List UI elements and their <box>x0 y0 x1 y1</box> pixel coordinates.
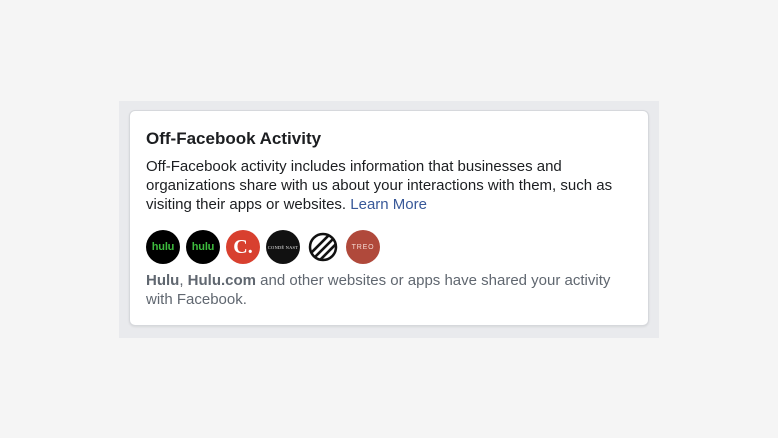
treo-icon-text: TREO <box>351 243 375 251</box>
hulu-icon[interactable]: hulu <box>146 230 180 264</box>
hulu-com-icon[interactable]: hulu <box>186 230 220 264</box>
card-description: Off-Facebook activity includes informati… <box>146 157 632 214</box>
c-logo-icon-text: C. <box>233 235 253 258</box>
site-separator: , <box>179 272 188 289</box>
app-icons-row: hulu hulu C. CONDÉ NAST TREO <box>146 230 380 264</box>
hulu-icon-text: hulu <box>151 241 175 253</box>
conde-nast-icon-text: CONDÉ NAST <box>267 244 299 250</box>
hulu-com-icon-text: hulu <box>191 241 215 253</box>
card-title: Off-Facebook Activity <box>146 129 322 148</box>
stripe-circle-graphic <box>308 232 338 262</box>
learn-more-link[interactable]: Learn More <box>350 196 427 213</box>
site-name-hulu: Hulu <box>146 272 180 289</box>
conde-nast-icon[interactable]: CONDÉ NAST <box>266 230 300 264</box>
off-facebook-activity-card: Off-Facebook Activity Off-Facebook activ… <box>129 110 649 326</box>
activity-summary: Hulu, Hulu.com and other websites or app… <box>146 271 632 309</box>
site-name-hulu-com: Hulu.com <box>187 272 257 289</box>
stripe-circle-icon[interactable] <box>306 230 340 264</box>
treo-icon[interactable]: TREO <box>346 230 380 264</box>
c-logo-icon[interactable]: C. <box>226 230 260 264</box>
